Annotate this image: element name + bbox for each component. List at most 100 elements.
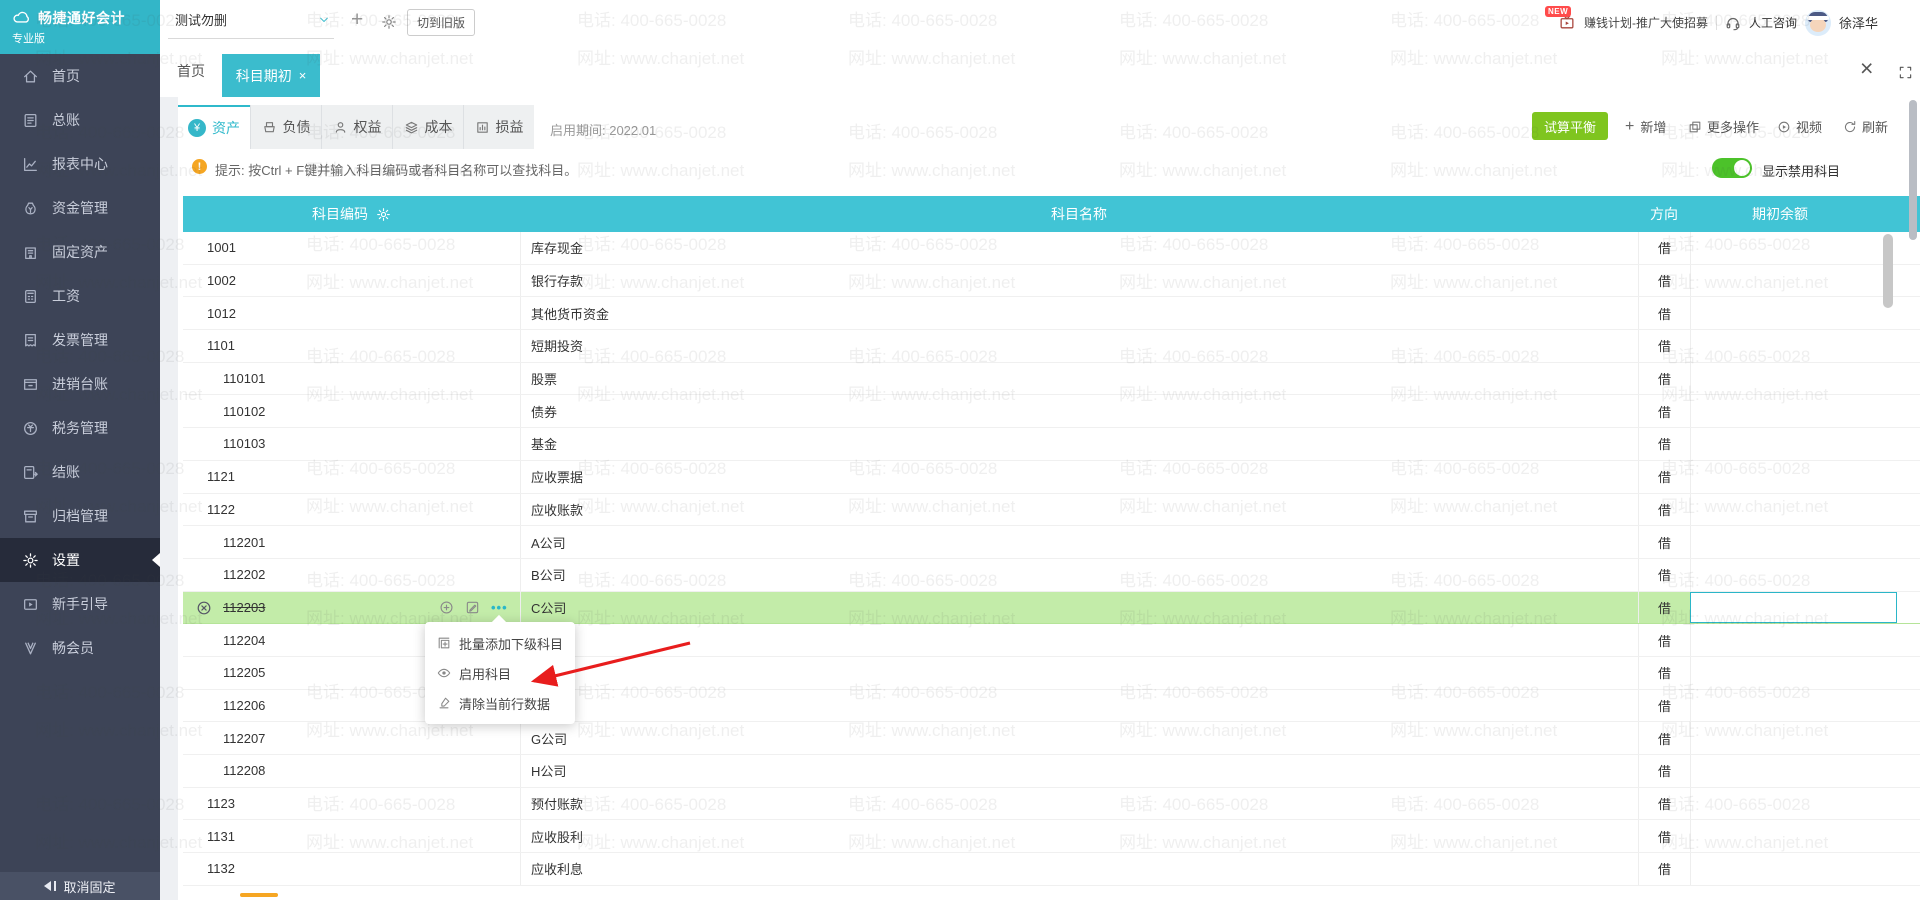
cell-subject-code[interactable]: 1101: [183, 330, 520, 362]
cell-subject-name[interactable]: 银行存款: [520, 264, 1638, 297]
cell-direction[interactable]: 借: [1638, 264, 1690, 297]
cell-opening-balance[interactable]: [1690, 428, 1920, 460]
cell-subject-code[interactable]: 1123: [183, 788, 520, 820]
cell-subject-name[interactable]: B公司: [520, 558, 1638, 591]
cell-direction[interactable]: 借: [1638, 362, 1690, 395]
add-child-icon[interactable]: [439, 600, 454, 615]
cell-subject-name[interactable]: 应收利息: [520, 853, 1638, 885]
cell-subject-code[interactable]: 1131: [183, 820, 520, 852]
table-scrollbar-thumb[interactable]: [1883, 234, 1893, 308]
cell-subject-name[interactable]: [520, 689, 1638, 722]
cell-direction[interactable]: 借: [1638, 232, 1690, 264]
sidebar-item-5[interactable]: 固定资产: [0, 230, 160, 274]
category-tab-3[interactable]: 权益: [321, 105, 392, 149]
tab-subject-initial[interactable]: 科目期初 ×: [222, 54, 320, 97]
sidebar-item-3[interactable]: 报表中心: [0, 142, 160, 186]
table-row[interactable]: 112208 H公司 借: [183, 755, 1920, 788]
cell-subject-name[interactable]: 基金: [520, 428, 1638, 460]
table-row[interactable]: 1123 预付账款 借: [183, 787, 1920, 821]
cell-subject-name[interactable]: A公司: [520, 526, 1638, 558]
cell-subject-code[interactable]: 110101: [183, 363, 520, 395]
cell-subject-code[interactable]: 112207: [183, 722, 520, 754]
cell-subject-code[interactable]: 1002: [183, 265, 520, 297]
unpin-button[interactable]: 取消固定: [0, 872, 160, 900]
sidebar-item-8[interactable]: 进销台账: [0, 362, 160, 406]
cell-opening-balance[interactable]: [1690, 787, 1920, 820]
context-menu-item-1[interactable]: 批量添加下级科目: [425, 628, 575, 658]
trial-balance-button[interactable]: 试算平衡: [1532, 112, 1608, 140]
refresh-button[interactable]: 刷新: [1843, 117, 1888, 136]
cell-subject-name[interactable]: 股票: [520, 362, 1638, 395]
cell-subject-name[interactable]: 其他货币资金: [520, 297, 1638, 330]
cell-direction[interactable]: 借: [1638, 755, 1690, 787]
cell-direction[interactable]: 借: [1638, 624, 1690, 656]
sidebar-item-11[interactable]: 归档管理: [0, 494, 160, 538]
cell-subject-code[interactable]: 110102: [183, 395, 520, 427]
sidebar-item-10[interactable]: 结账: [0, 450, 160, 494]
cell-opening-balance[interactable]: [1690, 493, 1920, 526]
cell-direction[interactable]: 借: [1638, 526, 1690, 558]
table-row[interactable]: 1001 库存现金 借: [183, 232, 1920, 265]
column-settings-gear-icon[interactable]: [376, 207, 391, 222]
cell-subject-name[interactable]: H公司: [520, 755, 1638, 787]
sidebar-item-7[interactable]: 发票管理: [0, 318, 160, 362]
cell-subject-code[interactable]: 1122: [183, 494, 520, 526]
table-row[interactable]: 1131 应收股利 借: [183, 820, 1920, 854]
video-button[interactable]: 视频: [1777, 117, 1822, 136]
cell-subject-name[interactable]: 应收票据: [520, 460, 1638, 493]
cell-opening-balance[interactable]: [1690, 656, 1920, 689]
cell-opening-balance[interactable]: [1690, 853, 1920, 885]
cell-subject-name[interactable]: 库存现金: [520, 232, 1638, 264]
window-scrollbar-thumb[interactable]: [1909, 100, 1917, 240]
cell-subject-code[interactable]: 110103: [183, 428, 520, 460]
add-account-button[interactable]: +: [351, 8, 363, 32]
cell-subject-code[interactable]: 112203 •••: [183, 592, 520, 624]
cell-opening-balance[interactable]: [1690, 330, 1920, 362]
sidebar-item-9[interactable]: 税务管理: [0, 406, 160, 450]
table-row[interactable]: 1101 短期投资 借: [183, 330, 1920, 363]
sidebar-item-4[interactable]: 资金管理: [0, 186, 160, 230]
cell-opening-balance[interactable]: [1690, 722, 1920, 754]
cell-subject-name[interactable]: G公司: [520, 722, 1638, 754]
fullscreen-icon[interactable]: [1898, 65, 1913, 80]
sidebar-item-14[interactable]: 畅会员: [0, 626, 160, 670]
edit-icon[interactable]: [465, 600, 480, 615]
cell-opening-balance[interactable]: [1690, 395, 1920, 428]
cell-subject-code[interactable]: 1132: [183, 853, 520, 885]
cell-direction[interactable]: 借: [1638, 689, 1690, 722]
cell-subject-code[interactable]: 1001: [183, 232, 520, 264]
cell-direction[interactable]: 借: [1638, 460, 1690, 493]
table-row[interactable]: 110102 债券 借: [183, 395, 1920, 429]
more-actions-button[interactable]: 更多操作: [1688, 117, 1759, 136]
close-icon[interactable]: ×: [1860, 55, 1873, 82]
cell-subject-name[interactable]: 应收股利: [520, 820, 1638, 853]
cell-opening-balance[interactable]: [1690, 526, 1920, 558]
show-disabled-toggle[interactable]: [1712, 158, 1752, 178]
cell-direction[interactable]: 借: [1638, 297, 1690, 330]
category-tab-4[interactable]: 成本: [392, 105, 463, 149]
table-row[interactable]: 110101 股票 借: [183, 362, 1920, 396]
category-tab-2[interactable]: 负债: [250, 105, 321, 149]
cell-subject-name[interactable]: C公司: [520, 591, 1638, 624]
promo-video-icon[interactable]: NEW: [1544, 6, 1576, 31]
switch-old-version-button[interactable]: 切到旧版: [407, 9, 476, 36]
headset-icon[interactable]: [1725, 15, 1741, 31]
cell-subject-name[interactable]: [520, 624, 1638, 656]
sidebar-item-6[interactable]: 工资: [0, 274, 160, 318]
cell-opening-balance[interactable]: [1690, 689, 1920, 722]
category-tab-1[interactable]: ¥ 资产: [178, 105, 250, 149]
promo-link[interactable]: 赚钱计划-推广大使招募: [1584, 14, 1708, 31]
gear-icon[interactable]: [381, 14, 397, 30]
cell-direction[interactable]: 借: [1638, 428, 1690, 460]
cell-direction[interactable]: 借: [1638, 493, 1690, 526]
cell-subject-code[interactable]: 1012: [183, 297, 520, 329]
username[interactable]: 徐泽华: [1839, 13, 1878, 32]
table-row[interactable]: 1132 应收利息 借: [183, 853, 1920, 886]
sidebar-item-2[interactable]: 总账: [0, 98, 160, 142]
context-menu-item-2[interactable]: 启用科目: [425, 658, 575, 688]
cell-direction[interactable]: 借: [1638, 787, 1690, 820]
cell-subject-name[interactable]: [520, 656, 1638, 689]
table-row[interactable]: 1121 应收票据 借: [183, 460, 1920, 494]
sidebar-item-12[interactable]: 设置: [0, 538, 160, 582]
tab-home[interactable]: 首页: [160, 45, 222, 97]
